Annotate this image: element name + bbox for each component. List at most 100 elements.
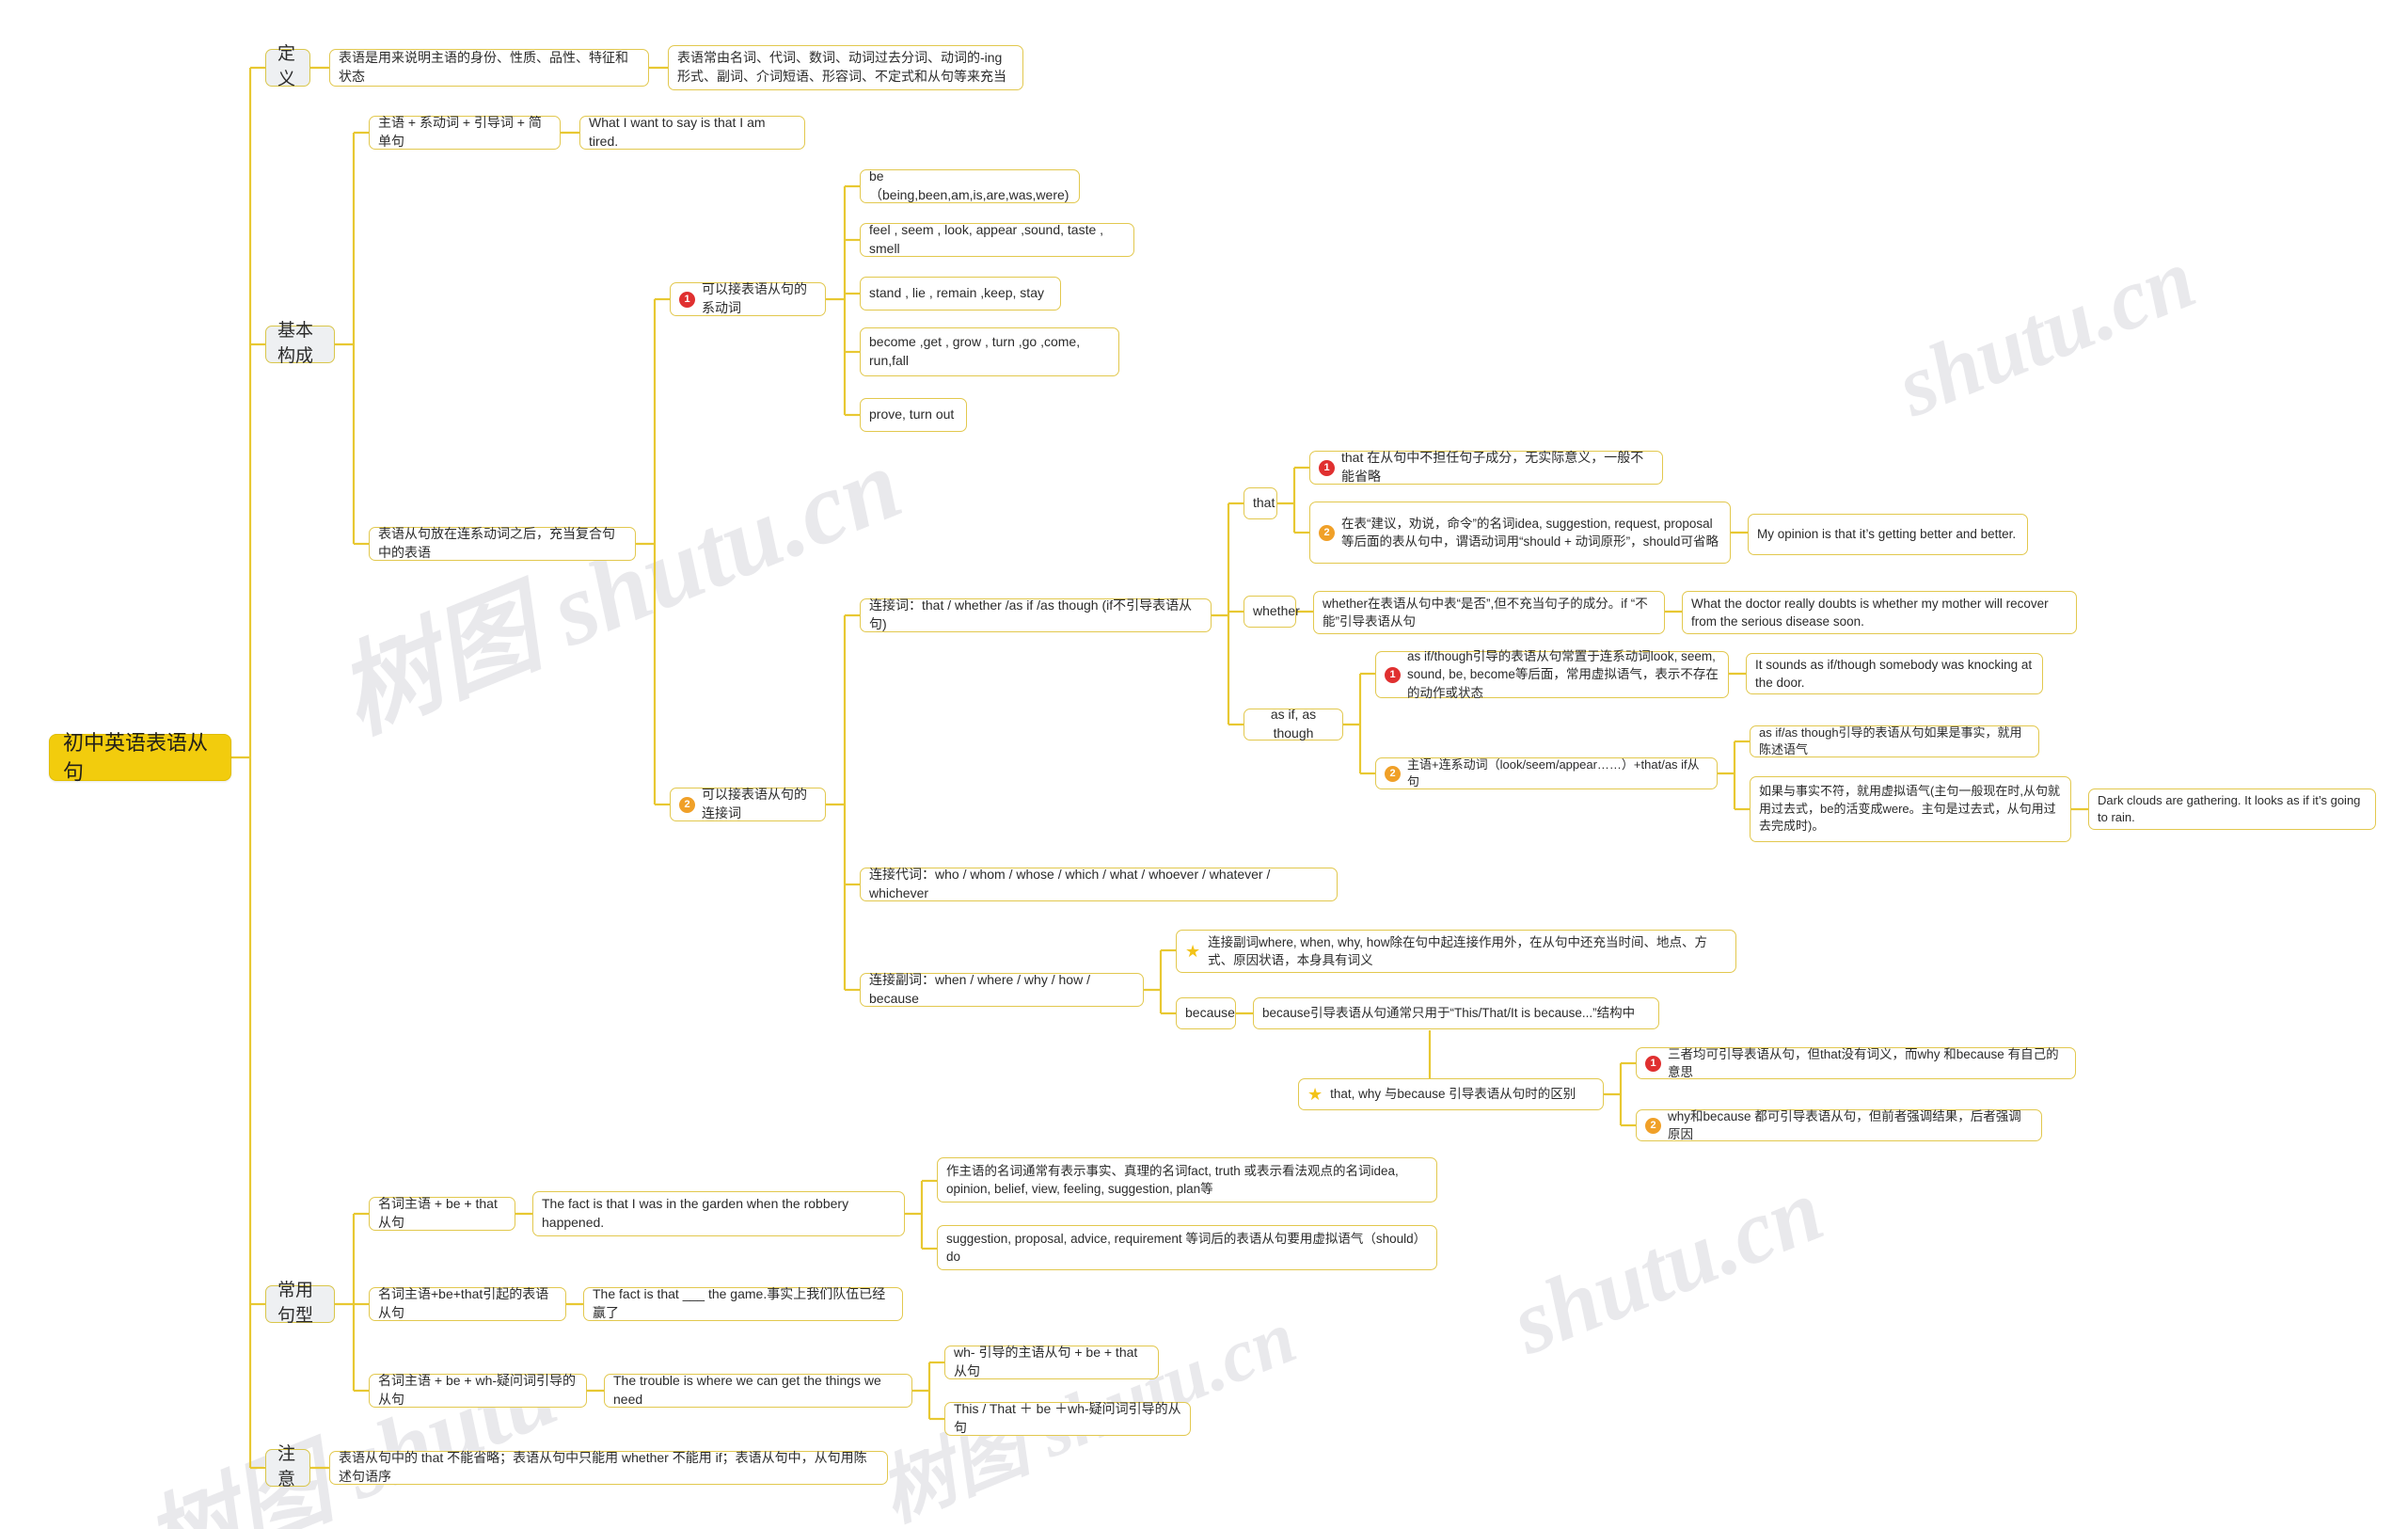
because-text[interactable]: because引导表语从句通常只用于“This/That/It is becau… [1253, 997, 1659, 1029]
linking-verb-item[interactable]: prove, turn out [860, 398, 967, 432]
linking-verbs-group[interactable]: 1 可以接表语从句的系动词 [670, 281, 826, 316]
connectives-group[interactable]: 2 可以接表语从句的连接词 [670, 787, 826, 821]
as-if-label: as if, as though [1270, 707, 1317, 741]
linking-verb-item-text: be （being,been,am,is,are,was,were) [869, 168, 1069, 202]
compare-point-text: why和because 都可引导表语从句，但前者强调结果，后者强调原因 [1668, 1108, 2021, 1141]
pattern-example-text: The trouble is where we can get the thin… [613, 1373, 881, 1407]
as-if-sub-note-text: as if/as though引导的表语从句如果是事实，就用陈述语气 [1759, 725, 2022, 757]
branch-composition-label: 基本构成 [277, 321, 314, 366]
composition-formula-example[interactable]: What I want to say is that I am tired. [579, 115, 805, 150]
whether-example-text: What the doctor really doubts is whether… [1691, 596, 2049, 629]
linking-verb-item[interactable]: feel , seem , look, appear ,sound, taste… [860, 222, 1134, 257]
that-point-example[interactable]: My opinion is that it’s getting better a… [1748, 514, 2028, 555]
connective-adverb-star-note[interactable]: ★ 连接副词where, when, why, how除在句中起连接作用外，在从… [1176, 930, 1736, 973]
as-if-sub-note[interactable]: as if/as though引导的表语从句如果是事实，就用陈述语气 [1750, 725, 2039, 757]
connective-pronoun-node[interactable]: 连接代词：who / whom / whose / which / what /… [860, 867, 1338, 901]
that-node[interactable]: that [1244, 487, 1277, 519]
that-point[interactable]: 2 在表“建议，劝说，命令”的名词idea, suggestion, reque… [1309, 502, 1731, 564]
whether-node[interactable]: whether [1244, 596, 1300, 628]
linking-verbs-group-label: 可以接表语从句的系动词 [702, 281, 807, 315]
composition-formula[interactable]: 主语 + 系动词 + 引导词 + 简单句 [369, 115, 561, 150]
pattern-item[interactable]: 名词主语+be+that引起的表语从句 [369, 1286, 566, 1321]
as-if-sub-example[interactable]: Dark clouds are gathering. It looks as i… [2088, 788, 2376, 830]
that-label: that [1253, 495, 1275, 511]
compare-node[interactable]: ★ that, why 与because 引导表语从句时的区别 [1298, 1078, 1604, 1110]
linking-verb-item[interactable]: be （being,been,am,is,are,was,were) [860, 168, 1080, 203]
branch-attention-label: 注意 [277, 1444, 296, 1489]
that-point-example-text: My opinion is that it’s getting better a… [1757, 527, 2017, 542]
linking-verb-item[interactable]: become ,get , grow , turn ,go ,come, run… [860, 327, 1119, 376]
composition-position[interactable]: 表语从句放在连系动词之后，充当复合句中的表语 [369, 526, 636, 561]
whether-text-content: whether在表语从句中表“是否”,但不充当句子的成分。if “不能”引导表语… [1323, 596, 1648, 629]
pattern-note[interactable]: 作主语的名词通常有表示事实、真理的名词fact, truth 或表示看法观点的名… [937, 1157, 1437, 1202]
linking-verb-item[interactable]: stand , lie , remain ,keep, stay [860, 277, 1061, 311]
branch-definition-label: 定义 [277, 44, 296, 89]
pattern-note[interactable]: This / That ＋ be ＋wh-疑问词引导的从句 [944, 1401, 1191, 1436]
whether-example[interactable]: What the doctor really doubts is whether… [1682, 591, 2077, 634]
mindmap-canvas: 树图 shutu.cn shutu.cn shutu.cn 树图 shutu 树… [0, 0, 2408, 1529]
as-if-point-example-text: It sounds as if/though somebody was knoc… [1755, 657, 2033, 690]
pattern-item[interactable]: 名词主语 + be + that从句 [369, 1196, 515, 1231]
pattern-item[interactable]: 名词主语 + be + wh-疑问词引导的从句 [369, 1373, 587, 1408]
branch-attention[interactable]: 注意 [265, 1444, 310, 1489]
pattern-note[interactable]: suggestion, proposal, advice, requiremen… [937, 1225, 1437, 1270]
pattern-item-label: 名词主语 + be + that从句 [378, 1196, 498, 1230]
that-point[interactable]: 1 that 在从句中不担任句子成分，无实际意义，一般不能省略 [1309, 450, 1663, 485]
compare-point[interactable]: 2 why和because 都可引导表语从句，但前者强调结果，后者强调原因 [1636, 1109, 2042, 1141]
connector-lines [231, 66, 2088, 1470]
branch-composition[interactable]: 基本构成 [265, 321, 335, 366]
watermark: shutu.cn [1883, 229, 2208, 436]
pattern-example-text: The fact is that I was in the garden whe… [542, 1196, 849, 1230]
because-label: because [1185, 1005, 1235, 1021]
pattern-example[interactable]: The fact is that I was in the garden whe… [532, 1191, 905, 1236]
as-if-point[interactable]: 2 主语+连系动词（look/seem/appear……）+that/as if… [1375, 757, 1718, 789]
definition-detail[interactable]: 表语常由名词、代词、数词、动词过去分词、动词的-ing形式、副词、介词短语、形容… [668, 45, 1023, 90]
connective-adverb-node[interactable]: 连接副词：when / where / why / how / because [860, 972, 1144, 1007]
because-node[interactable]: because [1176, 997, 1236, 1029]
badge-2: 2 [1319, 524, 1335, 541]
pattern-note[interactable]: wh- 引导的主语从句 + be + that 从句 [944, 1345, 1159, 1379]
as-if-node[interactable]: as if, as though [1244, 707, 1343, 741]
whether-text[interactable]: whether在表语从句中表“是否”,但不充当句子的成分。if “不能”引导表语… [1313, 591, 1665, 634]
badge-1: 1 [1319, 459, 1335, 476]
pattern-example[interactable]: The fact is that ___ the game.事实上我们队伍已经赢… [583, 1286, 903, 1321]
badge-1: 1 [1385, 666, 1401, 683]
attention-text-content: 表语从句中的 that 不能省略；表语从句中只能用 whether 不能用 if… [339, 1450, 867, 1484]
pattern-note-text: suggestion, proposal, advice, requiremen… [946, 1231, 1427, 1264]
badge-2: 2 [1385, 765, 1401, 782]
as-if-sub-example-text: Dark clouds are gathering. It looks as i… [2098, 792, 2361, 824]
definition-desc[interactable]: 表语是用来说明主语的身份、性质、品性、特征和状态 [329, 49, 649, 87]
as-if-point-text: as if/though引导的表语从句常置于连系动词look, seem, so… [1407, 649, 1719, 700]
attention-text[interactable]: 表语从句中的 that 不能省略；表语从句中只能用 whether 不能用 if… [329, 1450, 888, 1485]
linking-verb-item-text: prove, turn out [869, 406, 955, 422]
badge-2: 2 [679, 796, 695, 813]
as-if-sub-note-text: 如果与事实不符，就用虚拟语气(主句一般现在时,从句就用过去式，be的活变成wer… [1759, 784, 2060, 834]
pattern-note-text: wh- 引导的主语从句 + be + that 从句 [954, 1345, 1138, 1378]
conjunction-node[interactable]: 连接词：that / whether /as if /as though (if… [860, 597, 1212, 632]
linking-verb-item-text: stand , lie , remain ,keep, stay [869, 285, 1044, 301]
as-if-sub-note[interactable]: 如果与事实不符，就用虚拟语气(主句一般现在时,从句就用过去式，be的活变成wer… [1750, 776, 2071, 842]
pattern-example[interactable]: The trouble is where we can get the thin… [604, 1373, 912, 1408]
as-if-point-example[interactable]: It sounds as if/though somebody was knoc… [1746, 653, 2043, 694]
compare-point[interactable]: 1 三者均可引导表语从句，但that没有词义，而why 和because 有自己… [1636, 1047, 2076, 1079]
badge-2: 2 [1645, 1117, 1661, 1134]
root-node[interactable]: 初中英语表语从句 [49, 731, 231, 784]
as-if-point-text: 主语+连系动词（look/seem/appear……）+that/as if从句 [1407, 757, 1700, 788]
branch-definition[interactable]: 定义 [265, 44, 310, 89]
whether-label: whether [1253, 603, 1300, 619]
linking-verb-item-text: feel , seem , look, appear ,sound, taste… [869, 222, 1104, 256]
branch-patterns-label: 常用句型 [277, 1281, 314, 1326]
pattern-example-text: The fact is that ___ the game.事实上我们队伍已经赢… [593, 1286, 886, 1320]
as-if-point[interactable]: 1 as if/though引导的表语从句常置于连系动词look, seem, … [1375, 649, 1729, 700]
pattern-note-text: 作主语的名词通常有表示事实、真理的名词fact, truth 或表示看法观点的名… [946, 1163, 1399, 1196]
root-label: 初中英语表语从句 [63, 730, 209, 784]
definition-detail-text: 表语常由名词、代词、数词、动词过去分词、动词的-ing形式、副词、介词短语、形容… [677, 50, 1006, 84]
that-point-text: that 在从句中不担任句子成分，无实际意义，一般不能省略 [1341, 450, 1644, 484]
definition-desc-text: 表语是用来说明主语的身份、性质、品性、特征和状态 [339, 50, 628, 84]
watermark: 树图 shutu [131, 1340, 571, 1529]
pattern-item-label: 名词主语 + be + wh-疑问词引导的从句 [378, 1373, 577, 1407]
branch-patterns[interactable]: 常用句型 [265, 1281, 335, 1326]
composition-formula-example-text: What I want to say is that I am tired. [589, 115, 766, 149]
star-icon: ★ [1307, 1085, 1323, 1104]
that-point-text: 在表“建议，劝说，命令”的名词idea, suggestion, request… [1341, 516, 1719, 549]
